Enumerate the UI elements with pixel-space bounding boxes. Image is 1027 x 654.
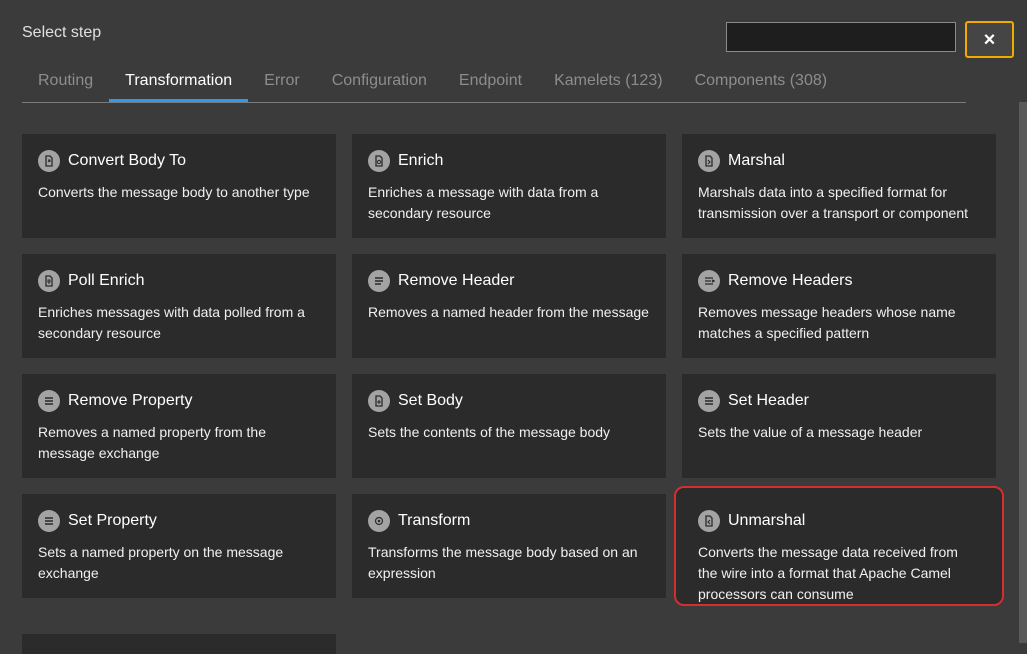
step-grid: Convert Body To Converts the message bod… <box>22 134 1004 606</box>
step-description: Enriches a message with data from a seco… <box>368 184 599 221</box>
step-title: Set Header <box>728 392 809 409</box>
tab-components[interactable]: Components (308) <box>679 60 844 101</box>
tab-routing[interactable]: Routing <box>22 60 109 101</box>
step-title: Unmarshal <box>728 512 806 529</box>
scrollbar[interactable] <box>1019 102 1027 643</box>
remove-property-icon <box>38 390 60 412</box>
step-title: Enrich <box>398 152 444 169</box>
step-description: Transforms the message body based on an … <box>368 544 638 581</box>
step-description: Converts the message data received from … <box>698 544 958 602</box>
step-title: Poll Enrich <box>68 272 145 289</box>
step-card-convert-body-to[interactable]: Convert Body To Converts the message bod… <box>22 134 336 238</box>
step-card-marshal[interactable]: Marshal Marshals data into a specified f… <box>682 134 996 238</box>
step-card-set-body[interactable]: Set Body Sets the contents of the messag… <box>352 374 666 478</box>
close-icon: × <box>983 28 996 51</box>
step-card-set-property[interactable]: Set Property Sets a named property on th… <box>22 494 336 598</box>
step-description: Converts the message body to another typ… <box>38 184 310 200</box>
step-title: Remove Header <box>398 272 515 289</box>
step-card-remove-headers[interactable]: Remove Headers Removes message headers w… <box>682 254 996 358</box>
step-title: Marshal <box>728 152 785 169</box>
search-input[interactable] <box>726 22 956 52</box>
tab-kamelets[interactable]: Kamelets (123) <box>538 60 679 101</box>
step-card-unmarshal[interactable]: Unmarshal Converts the message data rece… <box>674 486 1004 606</box>
step-description: Removes a named property from the messag… <box>38 424 266 461</box>
step-card-enrich[interactable]: Enrich Enriches a message with data from… <box>352 134 666 238</box>
set-property-icon <box>38 510 60 532</box>
step-description: Sets the value of a message header <box>698 424 923 440</box>
unmarshal-icon <box>698 510 720 532</box>
poll-enrich-icon <box>38 270 60 292</box>
close-button[interactable]: × <box>965 21 1014 58</box>
step-description: Marshals data into a specified format fo… <box>698 184 969 221</box>
tab-configuration[interactable]: Configuration <box>316 60 443 101</box>
marshal-icon <box>698 150 720 172</box>
step-card-partial[interactable] <box>22 634 336 654</box>
step-title: Remove Property <box>68 392 193 409</box>
step-card-remove-header[interactable]: Remove Header Removes a named header fro… <box>352 254 666 358</box>
step-title: Remove Headers <box>728 272 853 289</box>
category-tabs: Routing Transformation Error Configurati… <box>22 60 966 103</box>
step-title: Set Body <box>398 392 463 409</box>
modal-title: Select step <box>22 24 102 41</box>
set-body-icon <box>368 390 390 412</box>
remove-headers-icon <box>698 270 720 292</box>
step-description: Sets a named property on the message exc… <box>38 544 284 581</box>
tab-error[interactable]: Error <box>248 60 316 101</box>
tab-transformation[interactable]: Transformation <box>109 60 249 102</box>
enrich-icon <box>368 150 390 172</box>
step-description: Removes a named header from the message <box>368 304 649 320</box>
remove-header-icon <box>368 270 390 292</box>
step-card-set-header[interactable]: Set Header Sets the value of a message h… <box>682 374 996 478</box>
set-header-icon <box>698 390 720 412</box>
convert-icon <box>38 150 60 172</box>
step-description: Removes message headers whose name match… <box>698 304 956 341</box>
step-description: Enriches messages with data polled from … <box>38 304 305 341</box>
transform-icon <box>368 510 390 532</box>
step-description: Sets the contents of the message body <box>368 424 611 440</box>
step-title: Set Property <box>68 512 157 529</box>
step-card-poll-enrich[interactable]: Poll Enrich Enriches messages with data … <box>22 254 336 358</box>
step-card-transform[interactable]: Transform Transforms the message body ba… <box>352 494 666 598</box>
step-card-remove-property[interactable]: Remove Property Removes a named property… <box>22 374 336 478</box>
tab-endpoint[interactable]: Endpoint <box>443 60 538 101</box>
step-title: Convert Body To <box>68 152 186 169</box>
step-title: Transform <box>398 512 471 529</box>
